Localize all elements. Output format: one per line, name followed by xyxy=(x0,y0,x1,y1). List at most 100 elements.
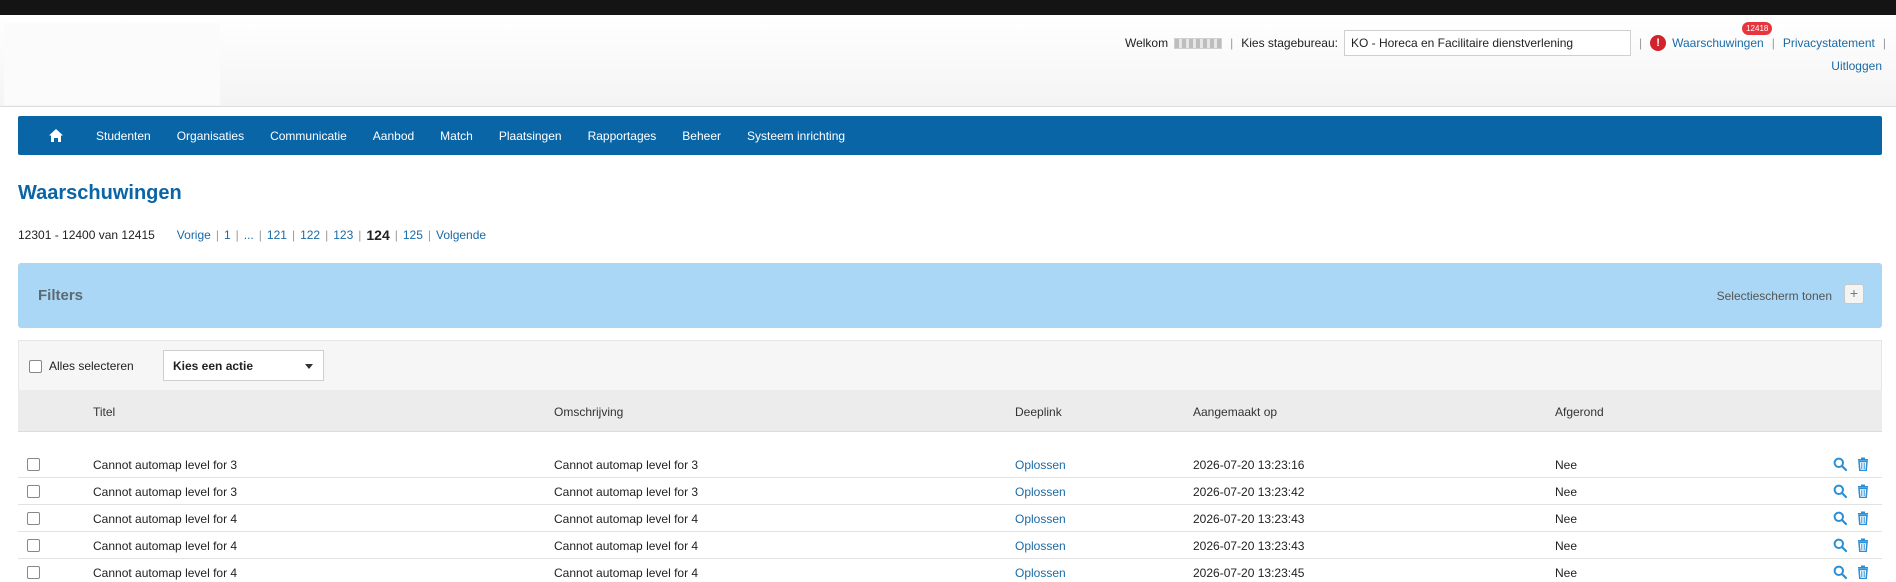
cell-omschrijving: Cannot automap level for 4 xyxy=(554,512,699,526)
select-all-label: Alles selecteren xyxy=(49,359,134,373)
nav-item-beheer[interactable]: Beheer xyxy=(682,129,721,143)
cell-titel: Cannot automap level for 3 xyxy=(93,485,238,499)
warnings-label: Waarschuwingen xyxy=(1672,36,1764,50)
pagination-page-1[interactable]: 1 xyxy=(224,228,231,242)
table-header: Titel Omschrijving Deeplink Aangemaakt o… xyxy=(18,390,1882,432)
show-selection-screen-link[interactable]: Selectiescherm tonen xyxy=(1717,289,1832,303)
column-header-titel[interactable]: Titel xyxy=(93,405,115,419)
nav-item-studenten[interactable]: Studenten xyxy=(96,129,151,143)
column-header-afgerond[interactable]: Afgerond xyxy=(1555,405,1604,419)
search-icon[interactable] xyxy=(1833,511,1847,525)
cell-omschrijving: Cannot automap level for 3 xyxy=(554,458,699,472)
welcome-label: Welkom xyxy=(1124,36,1169,50)
bureau-label: Kies stagebureau: xyxy=(1241,36,1338,50)
deeplink-oplossen[interactable]: Oplossen xyxy=(1015,566,1066,580)
logo[interactable] xyxy=(4,23,220,105)
cell-omschrijving: Cannot automap level for 3 xyxy=(554,485,699,499)
user-bar: Welkom | Kies stagebureau: KO - Horeca e… xyxy=(1124,22,1886,56)
action-select-value: Kies een actie xyxy=(173,359,254,373)
deeplink-oplossen[interactable]: Oplossen xyxy=(1015,539,1066,553)
warning-icon: ! xyxy=(1650,35,1667,51)
pagination-page-121[interactable]: 121 xyxy=(267,228,287,242)
nav-item-systeem-inrichting[interactable]: Systeem inrichting xyxy=(747,129,845,143)
nav-home[interactable] xyxy=(36,116,76,155)
row-checkbox[interactable] xyxy=(27,485,40,498)
cell-aangemaakt-op: 2026-07-20 13:23:16 xyxy=(1193,458,1305,472)
cell-afgerond: Nee xyxy=(1555,485,1578,499)
row-checkbox[interactable] xyxy=(27,512,40,525)
main-navigation: Studenten Organisaties Communicatie Aanb… xyxy=(18,116,1882,155)
table-row: Cannot automap level for 4 Cannot automap… xyxy=(18,505,1882,532)
search-icon[interactable] xyxy=(1833,565,1847,579)
cell-aangemaakt-op: 2026-07-20 13:23:43 xyxy=(1193,539,1305,553)
nav-item-communicatie[interactable]: Communicatie xyxy=(270,129,347,143)
nav-item-plaatsingen[interactable]: Plaatsingen xyxy=(499,129,562,143)
pagination-ellipsis: ... xyxy=(243,228,254,242)
deeplink-oplossen[interactable]: Oplossen xyxy=(1015,485,1066,499)
filters-title: Filters xyxy=(38,287,84,304)
search-icon[interactable] xyxy=(1833,538,1847,552)
pagination-range: 12301 - 12400 van 12415 xyxy=(18,228,155,242)
browser-top-bar xyxy=(0,0,1896,15)
row-checkbox[interactable] xyxy=(27,458,40,471)
pagination-page-122[interactable]: 122 xyxy=(300,228,320,242)
cell-omschrijving: Cannot automap level for 4 xyxy=(554,566,699,580)
separator: | xyxy=(291,228,296,242)
pagination-next[interactable]: Volgende xyxy=(436,228,486,242)
chevron-down-icon xyxy=(305,364,313,369)
pagination-page-125[interactable]: 125 xyxy=(403,228,423,242)
deeplink-oplossen[interactable]: Oplossen xyxy=(1015,458,1066,472)
cell-titel: Cannot automap level for 4 xyxy=(93,539,238,553)
nav-item-organisaties[interactable]: Organisaties xyxy=(177,129,244,143)
separator: | xyxy=(394,228,398,242)
cell-omschrijving: Cannot automap level for 4 xyxy=(554,539,699,553)
nav-item-aanbod[interactable]: Aanbod xyxy=(373,129,414,143)
user-name-masked xyxy=(1174,37,1223,49)
cell-afgerond: Nee xyxy=(1555,512,1578,526)
pagination: 12301 - 12400 van 12415 Vorige | 1 | ...… xyxy=(18,227,486,243)
separator: | xyxy=(215,228,219,242)
pagination-current-page: 124 xyxy=(366,227,390,243)
separator: | xyxy=(1638,36,1643,50)
cell-aangemaakt-op: 2026-07-20 13:23:42 xyxy=(1193,485,1305,499)
search-icon[interactable] xyxy=(1833,484,1847,498)
separator: | xyxy=(258,228,262,242)
trash-icon[interactable] xyxy=(1856,484,1870,498)
expand-filters-button[interactable]: + xyxy=(1844,284,1864,304)
separator: | xyxy=(358,228,362,242)
page-title: Waarschuwingen xyxy=(18,182,182,204)
search-icon[interactable] xyxy=(1833,457,1847,471)
deeplink-oplossen[interactable]: Oplossen xyxy=(1015,512,1066,526)
pagination-page-123[interactable]: 123 xyxy=(333,228,353,242)
warnings-link[interactable]: ! Waarschuwingen 12418 xyxy=(1650,22,1773,51)
trash-icon[interactable] xyxy=(1856,457,1870,471)
bulk-action-bar: Alles selecteren Kies een actie xyxy=(18,340,1882,390)
column-header-aangemaakt-op[interactable]: Aangemaakt op xyxy=(1193,405,1277,419)
pagination-prev[interactable]: Vorige xyxy=(177,228,211,242)
page-header: Welkom | Kies stagebureau: KO - Horeca e… xyxy=(0,15,1896,107)
cell-aangemaakt-op: 2026-07-20 13:23:45 xyxy=(1193,566,1305,580)
separator: | xyxy=(1771,36,1775,50)
cell-afgerond: Nee xyxy=(1555,566,1578,580)
trash-icon[interactable] xyxy=(1856,538,1870,552)
column-header-omschrijving[interactable]: Omschrijving xyxy=(554,405,623,419)
logout-link[interactable]: Uitloggen xyxy=(1831,59,1882,73)
separator: | xyxy=(235,228,239,242)
bureau-select[interactable]: KO - Horeca en Facilitaire dienstverleni… xyxy=(1343,30,1631,56)
filters-panel: Filters Selectiescherm tonen + xyxy=(18,263,1882,328)
home-icon xyxy=(49,129,63,142)
select-all-checkbox[interactable] xyxy=(29,359,42,373)
nav-item-match[interactable]: Match xyxy=(440,129,473,143)
privacy-link[interactable]: Privacystatement xyxy=(1783,36,1875,50)
trash-icon[interactable] xyxy=(1856,565,1870,579)
trash-icon[interactable] xyxy=(1856,511,1870,525)
row-checkbox[interactable] xyxy=(27,539,40,552)
nav-item-rapportages[interactable]: Rapportages xyxy=(588,129,657,143)
cell-afgerond: Nee xyxy=(1555,458,1578,472)
separator: | xyxy=(1882,36,1886,50)
select-all[interactable]: Alles selecteren xyxy=(29,359,134,373)
action-select[interactable]: Kies een actie xyxy=(163,350,324,381)
column-header-deeplink[interactable]: Deeplink xyxy=(1015,405,1062,419)
cell-titel: Cannot automap level for 3 xyxy=(93,458,238,472)
row-checkbox[interactable] xyxy=(27,566,40,579)
